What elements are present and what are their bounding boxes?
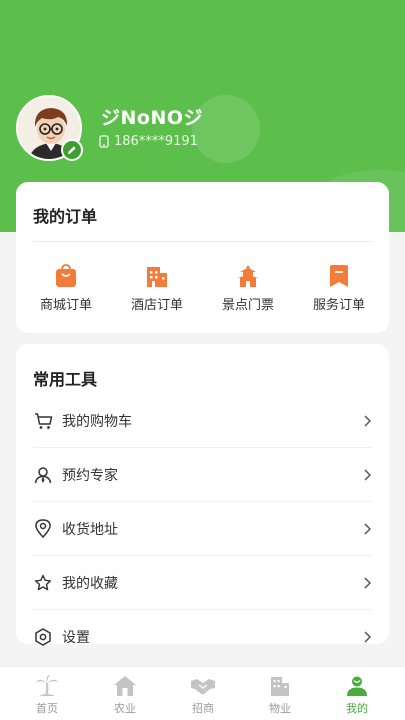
chevron-right-icon xyxy=(362,576,372,590)
tool-favorites[interactable]: 我的收藏 xyxy=(33,556,372,610)
star-icon xyxy=(33,573,53,593)
order-service[interactable]: 服务订单 xyxy=(299,264,379,313)
expert-icon xyxy=(33,465,53,485)
handshake-icon xyxy=(191,679,215,695)
bottom-tab-bar: 首页 农业 招商 物业 我的 xyxy=(0,666,405,720)
chevron-right-icon xyxy=(362,630,372,644)
order-shop[interactable]: 商城订单 xyxy=(26,264,106,313)
chevron-right-icon xyxy=(362,414,372,428)
order-ticket[interactable]: 景点门票 xyxy=(208,264,288,313)
hotel-icon xyxy=(147,267,167,287)
chevron-right-icon xyxy=(362,468,372,482)
tab-investment[interactable]: 招商 xyxy=(173,675,233,716)
order-shop-label: 商城订单 xyxy=(39,298,92,313)
orders-card: 我的订单 商城订单 酒店订单 景点门票 服务订单 xyxy=(16,182,389,333)
tab-mine-label: 我的 xyxy=(346,702,368,715)
username: ジNoNOジ xyxy=(101,107,204,129)
tool-cart[interactable]: 我的购物车 xyxy=(33,394,372,448)
tab-mine[interactable]: 我的 xyxy=(327,675,387,716)
phone-icon xyxy=(99,135,109,148)
tool-favorites-label: 我的收藏 xyxy=(62,575,118,592)
building-icon xyxy=(271,677,289,696)
order-ticket-label: 景点门票 xyxy=(221,298,274,313)
tool-cart-label: 我的购物车 xyxy=(62,413,132,430)
settings-icon xyxy=(33,627,53,647)
tool-address-label: 收货地址 xyxy=(62,521,118,538)
tab-property[interactable]: 物业 xyxy=(250,675,310,716)
tab-property-label: 物业 xyxy=(269,702,291,715)
divider xyxy=(33,241,372,242)
tab-home[interactable]: 首页 xyxy=(17,675,77,716)
tool-expert[interactable]: 预约专家 xyxy=(33,448,372,502)
user-icon xyxy=(347,676,367,696)
tab-home-label: 首页 xyxy=(36,702,58,715)
tool-settings[interactable]: 设置 xyxy=(33,610,372,664)
phone-number: 186****9191 xyxy=(114,134,198,149)
location-icon xyxy=(33,519,53,539)
tool-settings-label: 设置 xyxy=(62,630,90,646)
service-bookmark-icon xyxy=(330,265,348,287)
palm-tree-icon xyxy=(36,675,58,697)
phone-row: 186****9191 xyxy=(99,134,198,149)
pagoda-icon xyxy=(238,265,258,287)
chevron-right-icon xyxy=(362,522,372,536)
tab-investment-label: 招商 xyxy=(192,702,214,715)
house-icon xyxy=(114,676,136,696)
orders-title: 我的订单 xyxy=(33,207,98,226)
pencil-icon xyxy=(68,146,76,154)
order-service-label: 服务订单 xyxy=(312,298,365,313)
order-hotel[interactable]: 酒店订单 xyxy=(117,264,197,313)
order-hotel-label: 酒店订单 xyxy=(130,298,183,313)
tools-card: 常用工具 我的购物车 预约专家 收货地址 我的收藏 设置 xyxy=(16,344,389,646)
shopping-bag-icon xyxy=(56,264,76,287)
tab-agriculture[interactable]: 农业 xyxy=(95,675,155,716)
cart-icon xyxy=(33,411,53,431)
tab-agriculture-label: 农业 xyxy=(114,702,136,715)
edit-avatar-button[interactable] xyxy=(61,139,83,161)
tools-title: 常用工具 xyxy=(33,370,98,389)
tool-address[interactable]: 收货地址 xyxy=(33,502,372,556)
tool-expert-label: 预约专家 xyxy=(62,467,118,484)
